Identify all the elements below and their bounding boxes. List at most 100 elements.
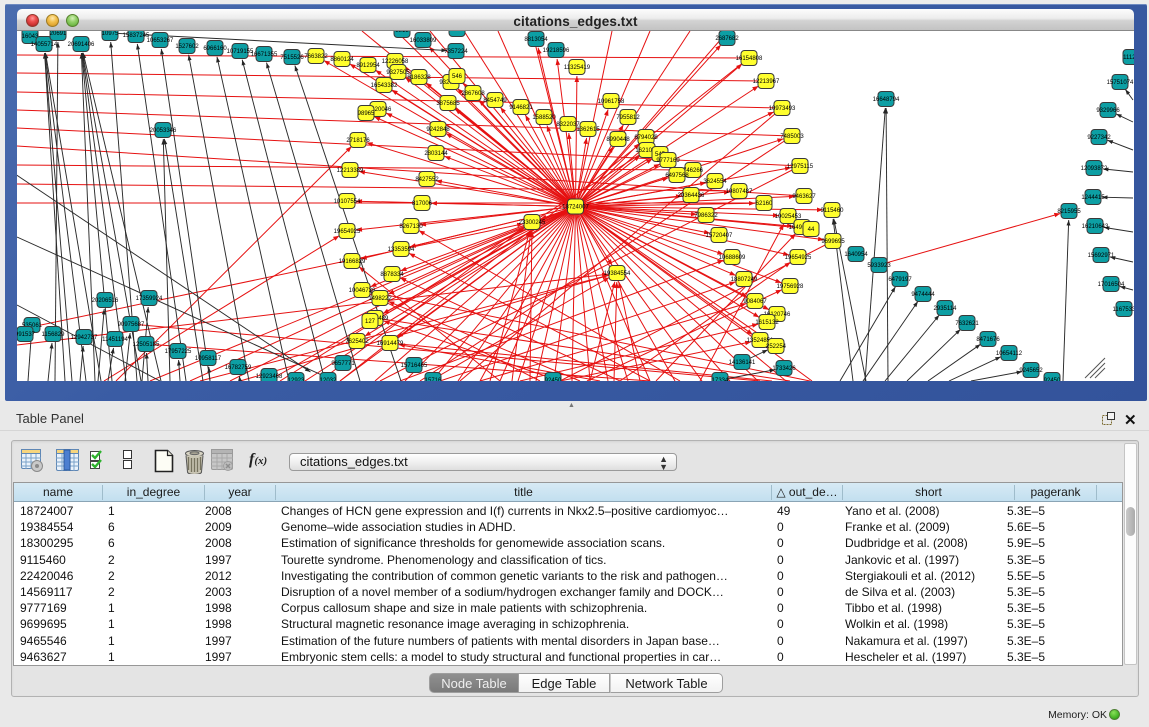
svg-text:2803144: 2803144: [424, 151, 448, 157]
svg-text:8813054: 8813054: [524, 37, 548, 43]
svg-text:8427552: 8427552: [415, 177, 439, 183]
svg-text:7986322: 7986322: [694, 213, 718, 219]
svg-text:10973493: 10973493: [769, 106, 796, 112]
svg-text:7357224: 7357224: [444, 49, 468, 55]
svg-text:10807487: 10807487: [726, 189, 753, 195]
svg-text:10958117: 10958117: [195, 356, 222, 362]
svg-text:1244415: 1244415: [1081, 195, 1105, 201]
svg-text:20691: 20691: [50, 31, 67, 37]
svg-text:8454749: 8454749: [483, 98, 507, 104]
svg-text:17334: 17334: [712, 378, 729, 381]
svg-text:20206516: 20206516: [92, 298, 119, 304]
svg-text:19384554: 19384554: [604, 271, 631, 277]
svg-text:12505185: 12505185: [133, 342, 160, 348]
svg-text:19654925: 19654925: [334, 229, 361, 235]
svg-text:17016504: 17016504: [1098, 282, 1125, 288]
svg-text:2867608: 2867608: [461, 91, 485, 97]
svg-text:19756928: 19756928: [777, 284, 804, 290]
svg-text:9699695: 9699695: [821, 239, 845, 245]
svg-text:2935114: 2935114: [934, 306, 958, 312]
svg-text:127: 127: [365, 319, 376, 325]
svg-text:9242848: 9242848: [426, 127, 450, 133]
svg-text:6966160: 6966160: [203, 46, 227, 52]
svg-text:12213389: 12213389: [337, 168, 364, 174]
svg-text:15692971: 15692971: [1088, 253, 1115, 259]
svg-text:18807249: 18807249: [731, 277, 758, 283]
svg-text:17359924: 17359924: [136, 296, 163, 302]
svg-text:7515526: 7515526: [280, 55, 304, 61]
svg-text:12942737: 12942737: [71, 335, 98, 341]
svg-text:16914479: 16914479: [377, 341, 404, 347]
svg-text:8990448: 8990448: [606, 137, 630, 143]
svg-text:1640954: 1640954: [844, 252, 868, 258]
svg-text:1167533: 1167533: [1113, 307, 1134, 313]
svg-text:1615132: 1615132: [755, 320, 779, 326]
svg-text:98965: 98965: [358, 111, 375, 117]
svg-text:14136141: 14136141: [729, 360, 756, 366]
svg-text:12923468: 12923468: [256, 374, 283, 380]
svg-text:20364436: 20364436: [678, 193, 705, 199]
svg-text:11123: 11123: [1123, 55, 1134, 61]
svg-text:12226058: 12226058: [382, 59, 409, 65]
svg-text:8471676: 8471676: [976, 337, 1000, 343]
svg-text:90975687: 90975687: [118, 322, 145, 328]
svg-text:1588520: 1588520: [532, 115, 556, 121]
svg-text:10688609: 10688609: [719, 255, 746, 261]
svg-text:7955812: 7955812: [616, 115, 640, 121]
svg-text:6794028: 6794028: [634, 135, 658, 141]
svg-text:16671355: 16671355: [251, 52, 278, 58]
svg-text:7625402: 7625402: [345, 339, 369, 345]
svg-text:8860124: 8860124: [330, 57, 354, 63]
svg-text:12923: 12923: [288, 378, 305, 381]
svg-text:15716465: 15716465: [401, 363, 428, 369]
svg-text:15751074: 15751074: [1107, 80, 1134, 86]
svg-text:8267130: 8267130: [399, 224, 423, 230]
svg-text:8912954: 8912954: [356, 63, 380, 69]
svg-text:8813: 8813: [395, 31, 409, 34]
svg-text:6497568: 6497568: [665, 173, 689, 179]
svg-text:3624554: 3624554: [703, 179, 727, 185]
svg-text:2718176: 2718176: [346, 138, 370, 144]
svg-text:23300245: 23300245: [519, 220, 546, 226]
svg-text:5933923: 5933923: [867, 263, 891, 269]
svg-text:11451194: 11451194: [102, 337, 128, 343]
svg-text:1498222: 1498222: [368, 296, 392, 302]
svg-text:19218596: 19218596: [543, 48, 570, 54]
svg-text:15720407: 15720407: [706, 233, 733, 239]
svg-text:2687682: 2687682: [715, 36, 739, 42]
svg-text:9474444: 9474444: [911, 292, 935, 298]
svg-text:12093872: 12093872: [1081, 166, 1108, 172]
svg-text:1362615: 1362615: [576, 127, 600, 133]
svg-text:11325419: 11325419: [564, 65, 591, 71]
svg-text:9146821: 9146821: [509, 105, 533, 111]
svg-text:1527602: 1527602: [175, 44, 199, 50]
svg-text:10107554: 10107554: [334, 199, 361, 205]
svg-text:9084067: 9084067: [743, 299, 767, 305]
svg-text:8215955: 8215955: [1057, 209, 1081, 215]
svg-text:16782759: 16782759: [225, 365, 252, 371]
svg-text:9463627: 9463627: [792, 194, 816, 200]
svg-text:8186328: 8186328: [407, 75, 431, 81]
svg-text:15716: 15716: [425, 378, 442, 381]
svg-text:1156829: 1156829: [42, 332, 66, 338]
svg-text:20691406: 20691406: [68, 42, 95, 48]
svg-text:546: 546: [452, 74, 463, 80]
svg-text:16543382: 16543382: [371, 83, 398, 89]
svg-text:12032: 12032: [320, 378, 337, 381]
svg-text:1733426: 1733426: [772, 366, 796, 372]
svg-text:10653267: 10653267: [147, 38, 174, 44]
svg-text:3875685: 3875685: [436, 101, 460, 107]
svg-text:16154808: 16154808: [736, 56, 763, 62]
svg-text:92450: 92450: [545, 378, 562, 381]
svg-text:9657771: 9657771: [331, 361, 355, 367]
svg-text:92450: 92450: [1044, 378, 1061, 381]
svg-text:16033809: 16033809: [410, 38, 437, 44]
svg-text:6479197: 6479197: [888, 277, 912, 283]
svg-text:44: 44: [808, 227, 815, 233]
svg-text:19218: 19218: [449, 31, 466, 33]
svg-text:10654112: 10654112: [996, 351, 1023, 357]
svg-text:9227342: 9227342: [1087, 135, 1111, 141]
svg-text:16648794: 16648794: [873, 97, 900, 103]
svg-text:8878334: 8878334: [380, 272, 404, 278]
svg-text:16210643: 16210643: [1082, 224, 1109, 230]
